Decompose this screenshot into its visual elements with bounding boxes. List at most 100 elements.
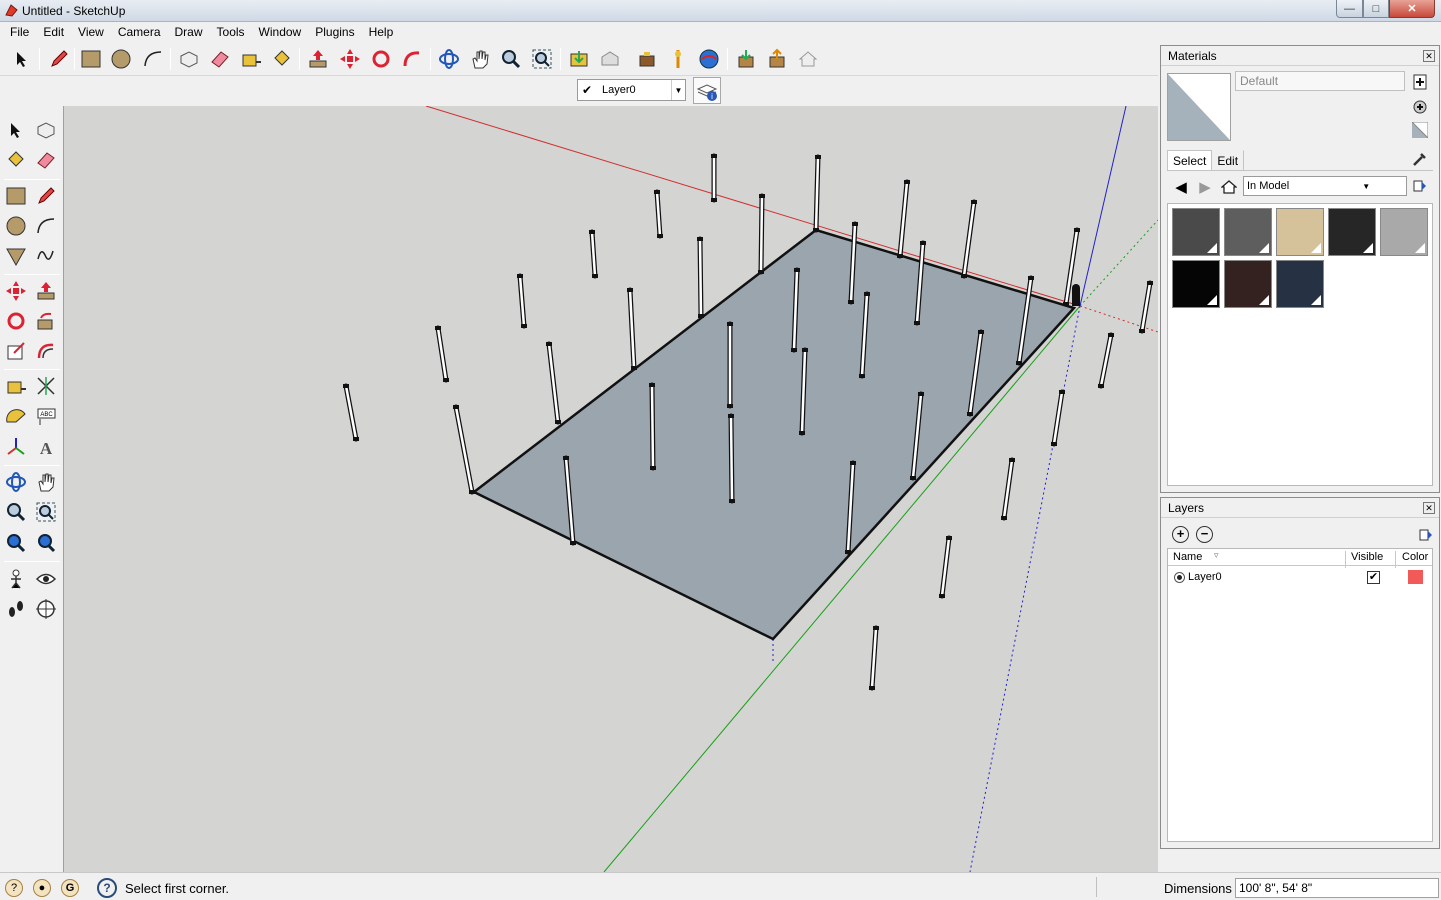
zoom-tool-button[interactable] bbox=[498, 46, 524, 72]
paint-default-icon[interactable] bbox=[1411, 98, 1429, 116]
eyedropper-icon[interactable] bbox=[1411, 150, 1429, 168]
lt-push-pull-button[interactable] bbox=[32, 277, 60, 305]
layer-manager-button[interactable]: i bbox=[693, 77, 721, 104]
post-column[interactable] bbox=[343, 383, 359, 442]
post-column[interactable] bbox=[869, 625, 879, 691]
add-layer-icon[interactable]: + bbox=[1172, 526, 1189, 543]
lt-component-button[interactable] bbox=[32, 116, 60, 144]
circle-tool-button[interactable] bbox=[108, 46, 134, 72]
material-name-field[interactable]: Default bbox=[1235, 71, 1405, 91]
post-column[interactable] bbox=[758, 193, 765, 275]
pencil-tool-button[interactable] bbox=[46, 46, 72, 72]
lt-section-plane-button[interactable] bbox=[32, 595, 60, 623]
layer-row[interactable]: Layer0 ✔ bbox=[1168, 568, 1432, 586]
materials-close-icon[interactable]: ✕ bbox=[1423, 50, 1435, 62]
lt-pencil-button[interactable] bbox=[32, 182, 60, 210]
orbit-tool-button[interactable] bbox=[436, 46, 462, 72]
post-column[interactable] bbox=[627, 287, 637, 371]
lt-zoom-window-button[interactable] bbox=[32, 498, 60, 526]
post-column[interactable] bbox=[813, 154, 821, 233]
lt-polygon-button[interactable] bbox=[2, 242, 30, 270]
arc-tool-button[interactable] bbox=[140, 46, 166, 72]
menu-edit[interactable]: Edit bbox=[36, 22, 71, 42]
post-column[interactable] bbox=[697, 236, 704, 319]
share-component-button[interactable] bbox=[634, 46, 660, 72]
home-icon[interactable] bbox=[1219, 177, 1239, 197]
layer-dropdown[interactable]: ✔ Layer0 ▼ bbox=[577, 79, 686, 101]
lt-walk-button[interactable] bbox=[2, 595, 30, 623]
lt-text-button[interactable]: ABC bbox=[32, 402, 60, 430]
post-column[interactable] bbox=[1098, 332, 1114, 389]
menu-window[interactable]: Window bbox=[252, 22, 309, 42]
post-column[interactable] bbox=[546, 341, 561, 425]
lt-rotate-button[interactable] bbox=[2, 307, 30, 335]
signin-icon[interactable]: G bbox=[61, 879, 79, 897]
get-models-button[interactable] bbox=[566, 46, 592, 72]
lt-previous-view-button[interactable] bbox=[2, 529, 30, 557]
tab-select[interactable]: Select bbox=[1167, 150, 1213, 170]
post-column[interactable] bbox=[1139, 280, 1153, 334]
move-tool-button[interactable] bbox=[337, 46, 363, 72]
post-column[interactable] bbox=[1001, 457, 1015, 521]
post-column[interactable] bbox=[961, 199, 977, 279]
sample-material-icon[interactable] bbox=[1411, 121, 1429, 139]
lt-3d-text-button[interactable]: A bbox=[32, 433, 60, 461]
lt-pan-button[interactable] bbox=[32, 468, 60, 496]
measurements-input[interactable]: 100' 8", 54' 8" bbox=[1235, 878, 1439, 898]
minimize-button[interactable]: — bbox=[1336, 0, 1363, 18]
lt-scale-button[interactable] bbox=[2, 337, 30, 365]
lt-zoom-extents-button[interactable] bbox=[32, 529, 60, 557]
lt-circle-button[interactable] bbox=[2, 212, 30, 240]
tab-edit[interactable]: Edit bbox=[1212, 150, 1245, 170]
material-swatch[interactable] bbox=[1276, 260, 1324, 308]
lt-paint-button[interactable] bbox=[2, 146, 30, 174]
active-layer-radio[interactable] bbox=[1174, 572, 1185, 583]
lt-arc-button[interactable] bbox=[32, 212, 60, 240]
post-column[interactable] bbox=[589, 229, 598, 279]
push-pull-button[interactable] bbox=[305, 46, 331, 72]
menu-plugins[interactable]: Plugins bbox=[308, 22, 361, 42]
material-swatch[interactable] bbox=[1224, 208, 1272, 256]
add-location-button[interactable] bbox=[665, 46, 691, 72]
lt-orbit-button[interactable] bbox=[2, 468, 30, 496]
menu-help[interactable]: Help bbox=[362, 22, 401, 42]
close-window-button[interactable]: ✕ bbox=[1389, 0, 1435, 18]
select-tool-button[interactable] bbox=[9, 46, 35, 72]
material-swatch[interactable] bbox=[1276, 208, 1324, 256]
maximize-button[interactable]: □ bbox=[1363, 0, 1389, 18]
details-arrow-icon[interactable] bbox=[1411, 177, 1429, 195]
collection-dropdown[interactable]: In Model ▼ bbox=[1243, 176, 1407, 196]
column-color[interactable]: Color bbox=[1402, 551, 1428, 563]
lt-freehand-button[interactable] bbox=[32, 242, 60, 270]
lt-axes-button[interactable] bbox=[2, 433, 30, 461]
lt-dimensions-button[interactable] bbox=[32, 372, 60, 400]
post-column[interactable] bbox=[727, 321, 733, 409]
lt-zoom-button[interactable] bbox=[2, 498, 30, 526]
material-preview[interactable] bbox=[1167, 73, 1231, 141]
column-visible[interactable]: Visible bbox=[1351, 551, 1383, 563]
make-component-button[interactable] bbox=[176, 46, 202, 72]
lt-position-camera-button[interactable] bbox=[2, 565, 30, 593]
lt-select-button[interactable] bbox=[2, 116, 30, 144]
lt-eraser-button[interactable] bbox=[32, 146, 60, 174]
lt-follow-me-button[interactable] bbox=[32, 307, 60, 335]
layers-close-icon[interactable]: ✕ bbox=[1423, 502, 1435, 514]
lt-look-around-button[interactable] bbox=[32, 565, 60, 593]
rotate-tool-button[interactable] bbox=[368, 46, 394, 72]
pan-tool-button[interactable] bbox=[467, 46, 493, 72]
post-column[interactable] bbox=[453, 404, 475, 495]
geo-location-icon[interactable]: ? bbox=[5, 879, 23, 897]
layer-visible-checkbox[interactable]: ✔ bbox=[1367, 571, 1380, 584]
menu-file[interactable]: File bbox=[3, 22, 36, 42]
menu-view[interactable]: View bbox=[71, 22, 111, 42]
instructor-help-icon[interactable]: ? bbox=[97, 878, 117, 898]
dynamic-component-button[interactable] bbox=[795, 46, 821, 72]
layer-color-swatch[interactable] bbox=[1408, 570, 1423, 584]
upload-component-button[interactable] bbox=[733, 46, 759, 72]
material-swatch[interactable] bbox=[1172, 260, 1220, 308]
layer-details-arrow-icon[interactable] bbox=[1417, 526, 1435, 544]
material-swatch[interactable] bbox=[1328, 208, 1376, 256]
post-column[interactable] bbox=[711, 153, 717, 203]
menu-draw[interactable]: Draw bbox=[168, 22, 210, 42]
column-name[interactable]: Name bbox=[1173, 551, 1202, 563]
